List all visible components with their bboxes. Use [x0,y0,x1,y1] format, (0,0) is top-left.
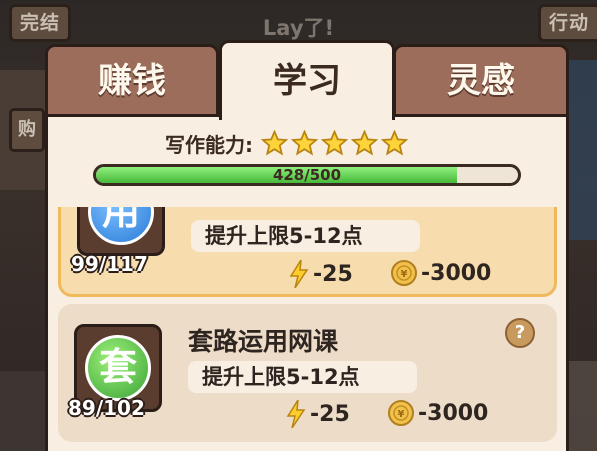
course-list[interactable]: 用 99/117 提升上限5-12点 -25 ¥ -3000 套 89/102 … [58,207,557,451]
energy-cost: -25 [289,260,353,288]
star-icon [351,130,378,156]
tab-study[interactable]: 学习 [219,40,395,120]
window-title: Lay了! [262,16,335,40]
lightning-icon [286,400,306,428]
money-cost-value: -3000 [418,400,489,426]
svg-text:¥: ¥ [401,269,408,280]
money-cost: ¥ -3000 [391,260,491,286]
star-icon [381,130,408,156]
ability-progress-bar: 428/500 [93,164,521,186]
action-button[interactable]: 行动 [537,4,597,42]
course-badge-icon: 用 [88,207,154,245]
star-icon [321,130,348,156]
course-effect: 提升上限5-12点 [191,220,420,252]
tab-earn[interactable]: 赚钱 [45,44,219,116]
course-name: 套路运用网课 [188,327,339,356]
ability-label: 写作能力: [165,133,253,157]
course-count: 89/102 [68,396,145,420]
lightning-icon [289,260,309,288]
progress-text: 428/500 [272,166,342,184]
course-count: 99/117 [71,252,148,276]
background-wall [0,371,50,451]
energy-cost-value: -25 [310,401,350,427]
tab-inspire[interactable]: 灵感 [393,44,569,116]
money-cost: ¥ -3000 [388,400,488,426]
course-badge-icon: 套 [85,335,151,401]
coin-icon: ¥ [391,260,417,286]
course-card[interactable]: 套 89/102 套路运用网课 ? 提升上限5-12点 -25 ¥ -3000 [58,304,557,442]
energy-cost-value: -25 [313,261,353,287]
money-cost-value: -3000 [421,260,492,286]
course-effect: 提升上限5-12点 [188,361,417,393]
help-icon[interactable]: ? [505,318,535,348]
star-rating [261,130,408,157]
shop-button[interactable]: 购 [9,108,45,152]
star-icon [291,130,318,156]
star-icon [261,130,288,156]
energy-cost: -25 [286,400,350,428]
svg-text:¥: ¥ [398,409,405,420]
course-card[interactable]: 用 99/117 提升上限5-12点 -25 ¥ -3000 [58,207,557,297]
ability-row: 写作能力: [165,129,408,158]
course-icon: 用 [77,207,165,256]
coin-icon: ¥ [388,400,414,426]
